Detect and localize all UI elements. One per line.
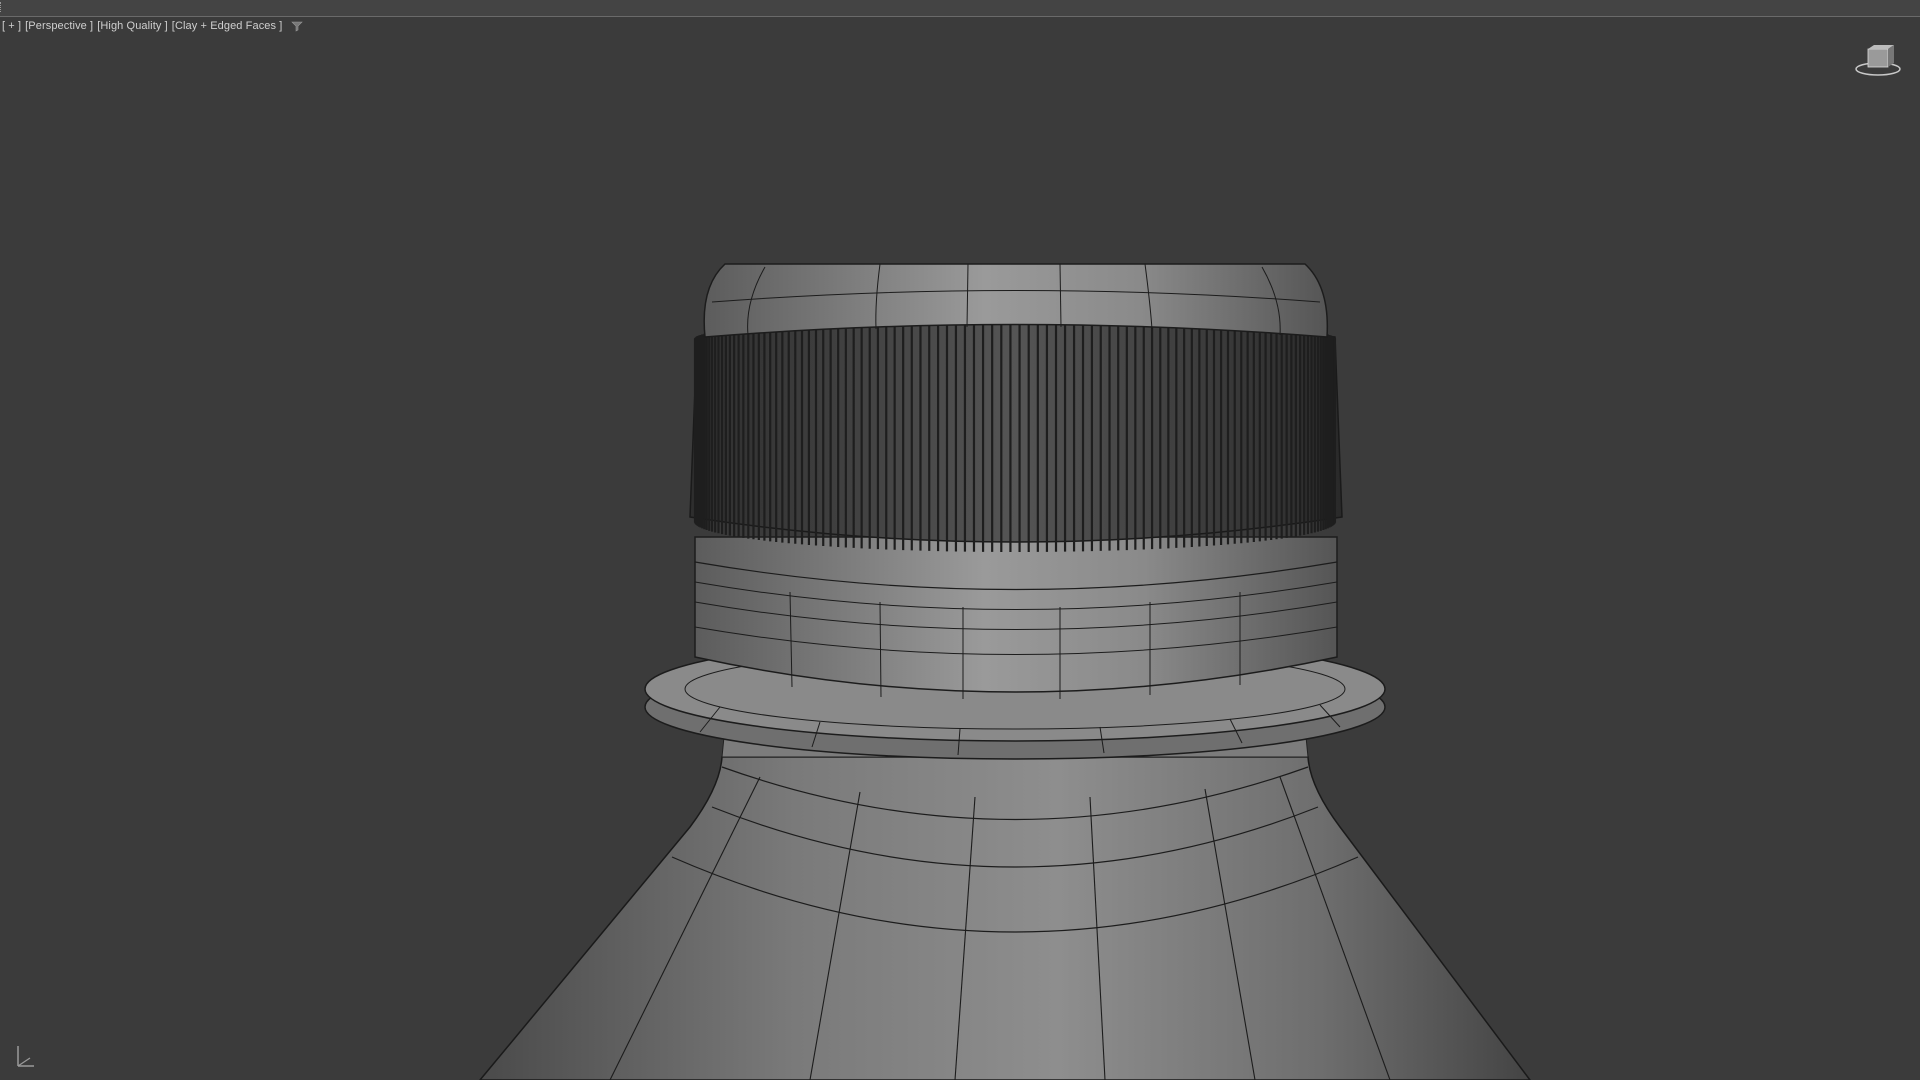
toolbar-grip[interactable] (0, 2, 4, 12)
viewport-label-menu: [ + ] [Perspective ] [High Quality ] [Cl… (2, 20, 304, 32)
axis-tripod-icon (17, 1046, 34, 1067)
viewcube-icon[interactable] (1852, 41, 1904, 81)
top-toolbar-strip (0, 0, 1920, 17)
viewport-general-menu[interactable]: [ + ] (2, 20, 21, 32)
viewport-point-of-view-menu[interactable]: [Perspective ] (25, 20, 93, 32)
perspective-viewport[interactable]: [ + ] [Perspective ] [High Quality ] [Cl… (0, 17, 1920, 1080)
bottle-model-render (479, 263, 1531, 1080)
viewport-shading-menu[interactable]: [Clay + Edged Faces ] (172, 20, 283, 32)
filter-icon[interactable] (291, 20, 304, 32)
viewport-quality-menu[interactable]: [High Quality ] (97, 20, 168, 32)
